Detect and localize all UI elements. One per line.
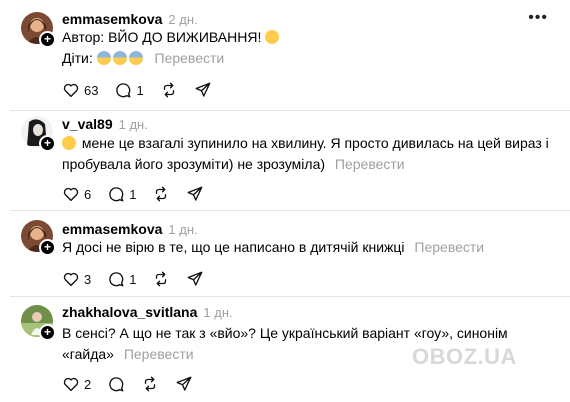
reply-count: 1 <box>136 82 144 98</box>
share-button[interactable] <box>194 81 212 99</box>
repost-button[interactable] <box>152 270 170 288</box>
watermark: OBOZ.UA <box>412 344 517 369</box>
share-button[interactable] <box>186 185 204 203</box>
like-count: 2 <box>84 376 92 392</box>
username-text[interactable]: emmasemkova <box>62 11 162 27</box>
like-count: 63 <box>84 82 99 98</box>
username-text[interactable]: v_val89 <box>62 116 113 132</box>
share-button[interactable] <box>175 375 193 393</box>
like-button[interactable]: 63 <box>62 81 98 99</box>
follow-plus-icon[interactable]: + <box>39 239 56 256</box>
comment-bubble-icon <box>109 377 124 392</box>
comment-line-1: Я досі не вірю в те, що це написано в ди… <box>62 239 405 255</box>
like-count: 3 <box>84 271 92 287</box>
reply-count: 1 <box>129 186 137 202</box>
heart-icon <box>63 187 79 202</box>
comment-bubble-icon <box>109 187 124 202</box>
username-text[interactable]: zhakhalova_svitlana <box>62 304 197 320</box>
comment-line-2: Діти: <box>62 50 93 66</box>
translate-link[interactable]: Перевести <box>124 346 194 362</box>
translate-link[interactable]: Перевести <box>414 239 484 255</box>
follow-plus-icon[interactable]: + <box>39 31 56 48</box>
follow-plus-icon[interactable]: + <box>39 324 56 341</box>
comment-line-2: пробувала його зрозуміти) не зрозуміла) <box>62 156 326 172</box>
username-text[interactable]: emmasemkova <box>62 221 162 237</box>
paper-plane-icon <box>188 186 203 201</box>
like-count: 6 <box>84 186 92 202</box>
comment-3: + emmasemkova 1 дн. Я досі не вірю в те, … <box>0 210 570 296</box>
translate-link[interactable]: Перевести <box>155 50 225 66</box>
paper-plane-icon <box>195 82 211 97</box>
more-icon[interactable]: ••• <box>528 9 548 27</box>
comment-1: + emmasemkova 2 дн. ••• Автор: ВЙО ДО ВИЖ… <box>0 0 570 110</box>
paper-plane-icon <box>176 376 192 391</box>
comment-bubble-icon <box>109 272 124 287</box>
comment-text: Автор: ВЙО ДО ВИЖИВАННЯ! Діти: Перевести <box>62 27 556 69</box>
reply-button[interactable]: 1 <box>107 185 136 203</box>
comment-line-1: В сенсі? А що не так з «вйо»? Це українс… <box>62 325 508 341</box>
comment-bubble-icon <box>116 83 131 98</box>
reply-button[interactable] <box>107 375 125 393</box>
timestamp: 2 дн. <box>168 12 198 27</box>
comment-line-2: «гайда» <box>62 346 114 362</box>
username[interactable]: zhakhalova_svitlana 1 дн. <box>62 304 233 320</box>
translate-link[interactable]: Перевести <box>335 156 405 172</box>
heart-icon <box>63 83 79 98</box>
share-button[interactable] <box>186 270 204 288</box>
like-button[interactable]: 3 <box>62 270 91 288</box>
comment-2: + v_val89 1 дн. мене це взагалі зупинило … <box>0 110 570 210</box>
comment-line-1: Автор: ВЙО ДО ВИЖИВАННЯ! <box>62 29 262 45</box>
timestamp: 1 дн. <box>203 305 233 320</box>
comment-line-1: мене це взагалі зупинило на хвилину. Я п… <box>81 135 549 151</box>
heart-icon <box>63 272 79 287</box>
paper-plane-icon <box>188 271 203 286</box>
action-bar: 2 <box>62 374 209 394</box>
timestamp: 1 дн. <box>168 222 198 237</box>
comment-text: Я досі не вірю в те, що це написано в ди… <box>62 237 556 258</box>
like-button[interactable]: 6 <box>62 185 91 203</box>
like-button[interactable]: 2 <box>62 375 91 393</box>
tired-face-emoji-icon <box>265 30 280 44</box>
username[interactable]: v_val89 1 дн. <box>62 116 148 132</box>
heart-icon <box>63 377 79 392</box>
username[interactable]: emmasemkova 2 дн. <box>62 11 198 27</box>
comment-text: мене це взагалі зупинило на хвилину. Я п… <box>62 133 556 175</box>
reply-button[interactable]: 1 <box>114 81 144 99</box>
action-bar: 63 1 <box>62 80 228 100</box>
repost-icon <box>163 82 174 98</box>
repost-button[interactable] <box>141 375 159 393</box>
follow-plus-icon[interactable]: + <box>39 135 56 152</box>
repost-button[interactable] <box>152 185 170 203</box>
username[interactable]: emmasemkova 1 дн. <box>62 221 198 237</box>
fearful-face-emoji-icon <box>96 51 111 65</box>
timestamp: 1 дн. <box>118 117 148 132</box>
upside-down-face-emoji-icon <box>62 136 76 150</box>
repost-icon <box>145 376 156 392</box>
repost-icon <box>156 186 167 202</box>
reply-count: 1 <box>129 271 137 287</box>
reply-button[interactable]: 1 <box>107 270 136 288</box>
action-bar: 3 1 <box>62 269 220 289</box>
fearful-face-emoji-icon <box>128 51 143 65</box>
fearful-face-emoji-icon <box>112 51 127 65</box>
repost-button[interactable] <box>160 81 178 99</box>
repost-icon <box>156 271 167 287</box>
action-bar: 6 1 <box>62 184 220 204</box>
